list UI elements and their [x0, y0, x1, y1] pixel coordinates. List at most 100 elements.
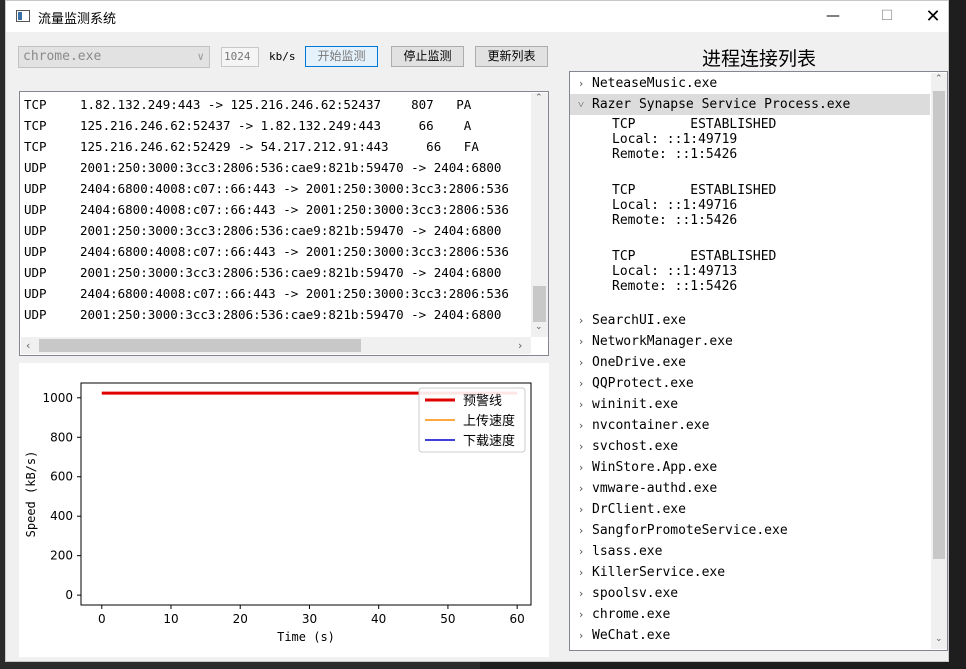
chevron-down-icon[interactable]: ˅: [576, 94, 586, 115]
packet-row[interactable]: UDP 2404:6800:4008:c07::66:443 -> 2001:25…: [20, 283, 530, 304]
legend-label: 下载速度: [463, 433, 515, 449]
packet-row[interactable]: UDP 2404:6800:4008:c07::66:443 -> 2001:25…: [20, 241, 530, 262]
app-window: 流量监测系统 — ☐ ✕ chrome.exe ∨ 1024 kb/s 开始监测…: [5, 0, 949, 662]
process-item[interactable]: › WeChat.exe: [570, 625, 930, 646]
process-item[interactable]: › chrome.exe: [570, 604, 930, 625]
process-item[interactable]: › SangforPromoteService.exe: [570, 520, 930, 541]
chevron-right-icon[interactable]: ›: [576, 310, 586, 331]
app-icon: [16, 10, 30, 22]
packet-protocol: UDP: [24, 286, 47, 301]
process-item[interactable]: › svchost.exe: [570, 436, 930, 457]
x-tick-label: 50: [440, 612, 455, 626]
scroll-down-icon[interactable]: ⌄: [935, 634, 943, 644]
process-item[interactable]: ˅ Razer Synapse Service Process.exe: [570, 94, 930, 115]
packet-log-vscrollbar[interactable]: ⌃ ⌄: [531, 93, 548, 337]
packet-log-hscrollbar[interactable]: ‹ ›: [21, 337, 531, 354]
process-name: chrome.exe: [592, 607, 671, 622]
scroll-right-icon[interactable]: ›: [518, 339, 522, 352]
minimize-button[interactable]: —: [810, 1, 856, 32]
packet-row[interactable]: TCP 125.216.246.62:52429 -> 54.217.212.91…: [20, 136, 530, 157]
packet-detail: 2404:6800:4008:c07::66:443 -> 2001:250:3…: [80, 202, 509, 217]
scroll-up-icon[interactable]: ⌃: [535, 93, 543, 103]
process-item[interactable]: › NetworkManager.exe: [570, 331, 930, 352]
limit-input[interactable]: 1024: [221, 47, 259, 67]
x-tick-label: 10: [163, 612, 178, 626]
chevron-down-icon: ∨: [197, 50, 204, 63]
background-desktop: [948, 0, 966, 669]
process-item[interactable]: › wininit.exe: [570, 394, 930, 415]
chevron-right-icon[interactable]: ›: [576, 436, 586, 457]
scroll-thumb[interactable]: [933, 91, 945, 559]
process-item[interactable]: › vmware-authd.exe: [570, 478, 930, 499]
packet-detail: 2404:6800:4008:c07::66:443 -> 2001:250:3…: [80, 181, 509, 196]
process-name: Razer Synapse Service Process.exe: [592, 97, 851, 112]
chevron-right-icon[interactable]: ›: [576, 373, 586, 394]
chevron-right-icon[interactable]: ›: [576, 352, 586, 373]
process-item[interactable]: › NeteaseMusic.exe: [570, 73, 930, 94]
process-name: vmware-authd.exe: [592, 481, 718, 496]
process-tree[interactable]: › NeteaseMusic.exe ˅ Razer Synapse Service …: [569, 71, 948, 651]
y-axis-label: Speed (kB/s): [24, 451, 38, 538]
packet-row[interactable]: TCP 125.216.246.62:52437 -> 1.82.132.249:…: [20, 115, 530, 136]
process-item[interactable]: › OneDrive.exe: [570, 352, 930, 373]
packet-row[interactable]: TCP 1.82.132.249:443 -> 125.216.246.62:52…: [20, 94, 530, 115]
y-tick-label: 200: [50, 549, 73, 563]
process-select[interactable]: chrome.exe ∨: [18, 46, 210, 68]
packet-row[interactable]: UDP 2001:250:3000:3cc3:2806:536:cae9:821b…: [20, 304, 530, 325]
process-item[interactable]: › DrClient.exe: [570, 499, 930, 520]
packet-row[interactable]: UDP 2001:250:3000:3cc3:2806:536:cae9:821b…: [20, 262, 530, 283]
scroll-left-icon[interactable]: ‹: [26, 339, 30, 352]
connection-remote: Remote: ::1:5426: [612, 147, 738, 162]
title-bar[interactable]: 流量监测系统 — ☐ ✕: [6, 1, 948, 32]
refresh-list-button[interactable]: 更新列表: [475, 46, 548, 67]
scroll-thumb[interactable]: [533, 286, 546, 322]
packet-log[interactable]: TCP 1.82.132.249:443 -> 125.216.246.62:52…: [19, 91, 549, 356]
process-name: WinStore.App.exe: [592, 460, 718, 475]
chevron-right-icon[interactable]: ›: [576, 478, 586, 499]
chevron-right-icon[interactable]: ›: [576, 625, 586, 646]
packet-row[interactable]: UDP 2404:6800:4008:c07::66:443 -> 2001:25…: [20, 199, 530, 220]
start-monitor-button[interactable]: 开始监测: [305, 46, 378, 67]
packet-row[interactable]: UDP 2001:250:3000:3cc3:2806:536:cae9:821b…: [20, 157, 530, 178]
chevron-right-icon[interactable]: ›: [576, 562, 586, 583]
window-title: 流量监测系统: [38, 12, 117, 27]
process-item[interactable]: › nvcontainer.exe: [570, 415, 930, 436]
process-item[interactable]: › spoolsv.exe: [570, 583, 930, 604]
connection-entry[interactable]: TCP ESTABLISHED Local: ::1:49716 Remote: :…: [612, 183, 776, 228]
chevron-right-icon[interactable]: ›: [576, 583, 586, 604]
close-button[interactable]: ✕: [910, 1, 956, 32]
process-tree-vscrollbar[interactable]: ⌃ ⌄: [931, 73, 947, 649]
chevron-right-icon[interactable]: ›: [576, 415, 586, 436]
chevron-right-icon[interactable]: ›: [576, 457, 586, 478]
process-item[interactable]: › KillerService.exe: [570, 562, 930, 583]
process-name: SangforPromoteService.exe: [592, 523, 788, 538]
chevron-right-icon[interactable]: ›: [576, 541, 586, 562]
chevron-right-icon[interactable]: ›: [576, 331, 586, 352]
connection-line: TCP ESTABLISHED: [612, 117, 777, 132]
packet-detail: 2404:6800:4008:c07::66:443 -> 2001:250:3…: [80, 286, 509, 301]
y-tick-label: 1000: [42, 391, 73, 405]
chevron-right-icon[interactable]: ›: [576, 499, 586, 520]
chevron-right-icon[interactable]: ›: [576, 520, 586, 541]
chevron-right-icon[interactable]: ›: [576, 73, 586, 94]
process-name: DrClient.exe: [592, 502, 686, 517]
chevron-right-icon[interactable]: ›: [576, 394, 586, 415]
stop-monitor-button[interactable]: 停止监测: [391, 46, 464, 67]
connection-entry[interactable]: TCP ESTABLISHED Local: ::1:49713 Remote: :…: [612, 249, 776, 294]
process-item[interactable]: › QQProtect.exe: [570, 373, 930, 394]
process-name: spoolsv.exe: [592, 586, 679, 601]
chevron-right-icon[interactable]: ›: [576, 604, 586, 625]
scroll-up-icon[interactable]: ⌃: [935, 74, 943, 84]
packet-row[interactable]: UDP 2404:6800:4008:c07::66:443 -> 2001:25…: [20, 178, 530, 199]
process-item[interactable]: › WinStore.App.exe: [570, 457, 930, 478]
scroll-down-icon[interactable]: ⌄: [535, 322, 543, 332]
connection-remote: Remote: ::1:5426: [612, 213, 738, 228]
legend-label: 预警线: [463, 393, 502, 409]
connection-entry[interactable]: TCP ESTABLISHED Local: ::1:49719 Remote: :…: [612, 117, 776, 162]
process-item[interactable]: › SearchUI.exe: [570, 310, 930, 331]
packet-row[interactable]: UDP 2001:250:3000:3cc3:2806:536:cae9:821b…: [20, 220, 530, 241]
scroll-thumb[interactable]: [39, 339, 361, 352]
x-tick-label: 30: [302, 612, 317, 626]
process-item[interactable]: › lsass.exe: [570, 541, 930, 562]
maximize-button[interactable]: ☐: [864, 1, 910, 32]
